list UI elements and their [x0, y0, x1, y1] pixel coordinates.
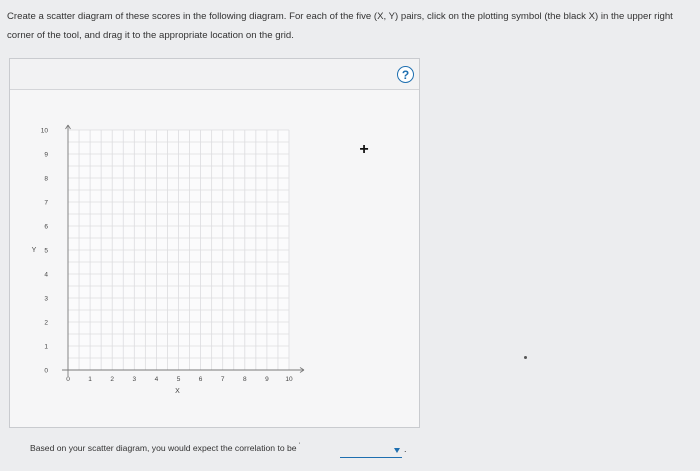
- x-tick-label: 1: [88, 376, 92, 383]
- chevron-down-icon: [394, 448, 400, 453]
- y-tick-label: 0: [44, 368, 48, 375]
- x-tick-label: 5: [177, 376, 181, 383]
- x-tick-label: 2: [110, 376, 114, 383]
- question-text: Based on your scatter diagram, you would…: [30, 443, 297, 453]
- y-tick-label: 5: [44, 248, 48, 255]
- scatter-grid[interactable]: 0 1 2 3 4 5 6 7 8 9 10 0 1 2 3 4 5 6 7 8 9 10 X Y: [0, 0, 700, 471]
- x-axis-label: X: [175, 388, 180, 395]
- period: .: [404, 444, 407, 454]
- x-tick-label: 10: [285, 376, 293, 383]
- y-tick-label: 8: [44, 176, 48, 183]
- x-tick-label: 9: [265, 376, 269, 383]
- correlation-dropdown[interactable]: [340, 445, 402, 458]
- x-tick-label: 4: [155, 376, 159, 383]
- y-tick-label: 10: [41, 128, 49, 135]
- y-tick-label: 9: [44, 152, 48, 159]
- y-tick-label: 3: [44, 296, 48, 303]
- x-tick-label: 8: [243, 376, 247, 383]
- y-tick-label: 7: [44, 200, 48, 207]
- x-tick-label: 0: [66, 376, 70, 383]
- y-tick-label: 1: [44, 344, 48, 351]
- y-tick-label: 4: [44, 272, 48, 279]
- x-tick-label: 6: [199, 376, 203, 383]
- y-tick-label: 2: [44, 320, 48, 327]
- x-tick-label: 7: [221, 376, 225, 383]
- x-tick-label: 3: [132, 376, 136, 383]
- y-axis-label: Y: [32, 247, 37, 254]
- y-tick-label: 6: [44, 224, 48, 231]
- correlation-question: Based on your scatter diagram, you would…: [30, 443, 301, 453]
